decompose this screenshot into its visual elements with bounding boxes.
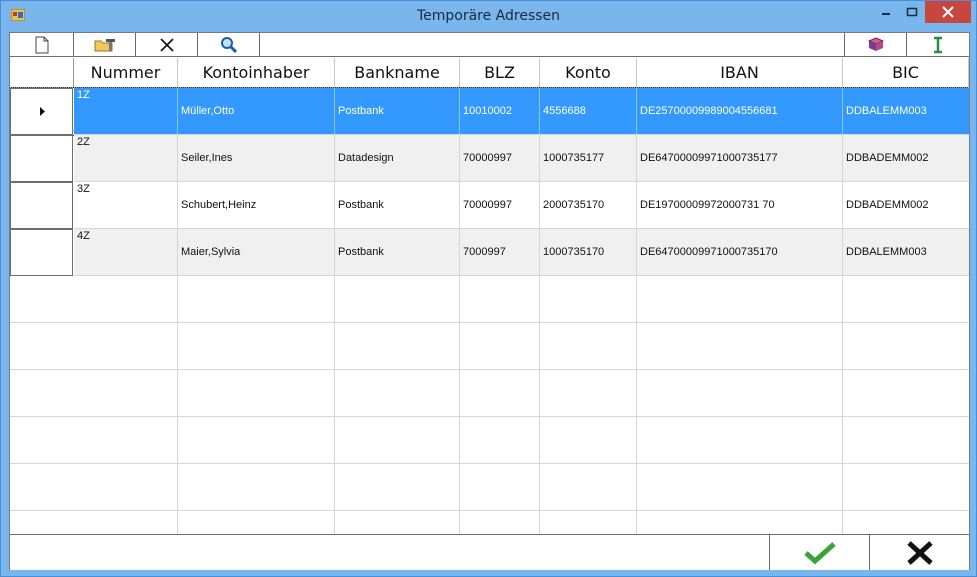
maximize-button[interactable] [899, 1, 925, 23]
edit-button[interactable] [74, 33, 136, 56]
cell-bic[interactable]: DDBADEMM002 [843, 135, 969, 182]
close-button[interactable] [925, 1, 971, 23]
cell-bankname[interactable]: Postbank [335, 88, 460, 135]
cell-kontoinhaber[interactable]: Seiler,Ines [178, 135, 335, 182]
empty-row [10, 323, 969, 370]
client-area: Nummer Kontoinhaber Bankname BLZ Konto I… [9, 32, 970, 570]
text-cursor-button[interactable] [906, 33, 969, 56]
cell-konto[interactable]: 1000735170 [540, 229, 637, 276]
empty-row [10, 276, 969, 323]
table-row[interactable]: 4Z Maier,Sylvia Postbank 7000997 1000735… [10, 229, 969, 276]
book-icon [867, 36, 884, 51]
row-header[interactable] [10, 135, 73, 182]
window: Temporäre Adressen Nummer Kontoinhaber B… [0, 0, 977, 577]
cell-nummer[interactable]: 1Z [74, 88, 178, 135]
cell-konto[interactable]: 1000735177 [540, 135, 637, 182]
book-button[interactable] [844, 33, 906, 56]
delete-icon [159, 37, 174, 52]
cell-blz[interactable]: 70000997 [460, 182, 540, 229]
text-cursor-icon [934, 36, 942, 53]
column-header-blz[interactable]: BLZ [460, 58, 540, 88]
cell-kontoinhaber[interactable]: Maier,Sylvia [178, 229, 335, 276]
minimize-icon [882, 13, 890, 15]
column-header-kontoinhaber[interactable]: Kontoinhaber [178, 58, 335, 88]
cell-iban[interactable]: DE64700009971000735177 [637, 135, 843, 182]
row-header-corner [10, 58, 74, 88]
ok-button[interactable] [769, 535, 869, 570]
title-bar[interactable]: Temporäre Adressen [1, 1, 976, 31]
empty-row [10, 370, 969, 417]
new-button[interactable] [10, 33, 74, 56]
cell-iban[interactable]: DE25700009989004556681 [637, 88, 843, 135]
cell-bankname[interactable]: Postbank [335, 229, 460, 276]
cell-nummer[interactable]: 2Z [74, 135, 178, 182]
x-icon [906, 540, 933, 565]
cell-bankname[interactable]: Postbank [335, 182, 460, 229]
table-row[interactable]: 3Z Schubert,Heinz Postbank 70000997 2000… [10, 182, 969, 229]
column-header-bic[interactable]: BIC [843, 58, 969, 88]
cell-bic[interactable]: DDBADEMM002 [843, 182, 969, 229]
cell-blz[interactable]: 70000997 [460, 135, 540, 182]
window-title: Temporäre Adressen [416, 8, 561, 24]
cell-kontoinhaber[interactable]: Müller,Otto [178, 88, 335, 135]
cell-bic[interactable]: DDBALEMM003 [843, 88, 969, 135]
cell-blz[interactable]: 10010002 [460, 88, 540, 135]
empty-row [10, 464, 969, 511]
cell-iban[interactable]: DE64700009971000735170 [637, 229, 843, 276]
cell-kontoinhaber[interactable]: Schubert,Heinz [178, 182, 335, 229]
current-row-arrow-icon [40, 107, 45, 116]
column-header-bankname[interactable]: Bankname [335, 58, 460, 88]
column-header-nummer[interactable]: Nummer [74, 58, 178, 88]
search-button[interactable] [198, 33, 260, 56]
checkmark-icon [803, 541, 836, 564]
cell-bankname[interactable]: Datadesign [335, 135, 460, 182]
button-bar [10, 534, 969, 570]
toolbar [10, 33, 969, 57]
column-header-iban[interactable]: IBAN [637, 58, 843, 88]
table-row[interactable]: 2Z Seiler,Ines Datadesign 70000997 10007… [10, 135, 969, 182]
row-header[interactable] [10, 229, 73, 276]
close-icon [942, 6, 954, 18]
maximize-icon [906, 7, 918, 17]
cell-iban[interactable]: DE19700009972000731 70 [637, 182, 843, 229]
addresses-table: Nummer Kontoinhaber Bankname BLZ Konto I… [10, 58, 969, 534]
empty-row [10, 417, 969, 464]
row-header[interactable] [10, 182, 73, 229]
search-icon [220, 36, 237, 53]
new-document-icon [35, 36, 48, 53]
cell-konto[interactable]: 4556688 [540, 88, 637, 135]
cell-nummer[interactable]: 4Z [74, 229, 178, 276]
table-row[interactable]: 1Z Müller,Otto Postbank 10010002 4556688… [10, 87, 969, 136]
row-header[interactable] [10, 88, 73, 135]
cell-blz[interactable]: 7000997 [460, 229, 540, 276]
minimize-button[interactable] [873, 1, 899, 23]
column-header-konto[interactable]: Konto [540, 58, 637, 88]
edit-folder-icon [94, 38, 115, 51]
cell-bic[interactable]: DDBALEMM003 [843, 229, 969, 276]
cancel-button[interactable] [869, 535, 969, 570]
empty-row [10, 511, 969, 534]
cell-konto[interactable]: 2000735170 [540, 182, 637, 229]
cell-nummer[interactable]: 3Z [74, 182, 178, 229]
delete-button[interactable] [136, 33, 198, 56]
